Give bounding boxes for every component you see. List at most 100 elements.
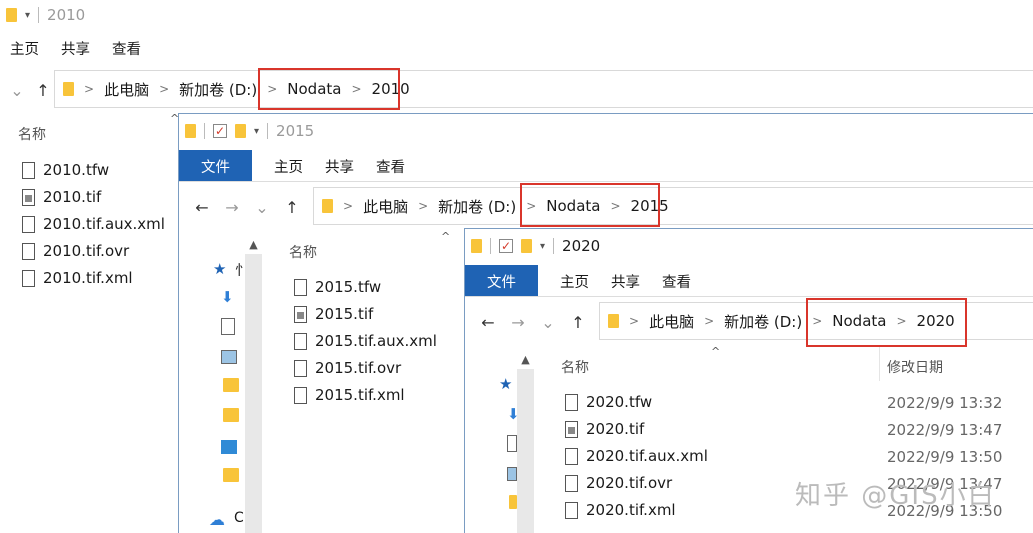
file-name: 2010.tif (43, 188, 102, 206)
file-name: 2010.tif.aux.xml (43, 215, 165, 233)
chevron-right-icon: > (343, 199, 354, 213)
column-header-name[interactable]: 名称 (289, 242, 317, 262)
list-item[interactable]: 2020.tif.ovr (565, 474, 672, 492)
quick-access-dropdown-icon[interactable]: ▾ (25, 10, 30, 21)
column-header-name[interactable]: 名称 (18, 124, 46, 144)
new-folder-icon[interactable] (521, 239, 532, 253)
file-name: 2015.tfw (315, 278, 382, 296)
picture-icon[interactable] (221, 350, 237, 364)
highlight-box (806, 298, 967, 347)
nav-scrollbar[interactable]: ▲ (517, 349, 534, 533)
tab-share[interactable]: 共享 (61, 38, 112, 59)
file-name: 2020.tif.ovr (586, 474, 673, 492)
breadcrumb-drive[interactable]: 新加卷 (D:) (179, 79, 257, 100)
breadcrumb-this-pc[interactable]: 此电脑 (363, 196, 408, 217)
tab-file[interactable]: 文件 (179, 150, 252, 182)
list-item[interactable]: 2010.tif.xml (22, 269, 133, 287)
folder-icon (6, 8, 17, 22)
breadcrumb-this-pc[interactable]: 此电脑 (104, 79, 149, 100)
list-item[interactable]: 2020.tif.xml (565, 501, 676, 519)
star-icon[interactable]: ★ (499, 375, 515, 393)
tab-view[interactable]: 查看 (376, 156, 427, 177)
folder-icon (608, 314, 619, 328)
onedrive-icon[interactable]: ☁ (209, 510, 225, 529)
file-name: 2010.tfw (43, 161, 110, 179)
forward-arrow-icon[interactable]: → (505, 313, 531, 332)
document-icon[interactable] (507, 435, 517, 452)
chevron-right-icon: > (159, 82, 170, 96)
properties-icon[interactable]: ✓ (499, 239, 513, 253)
properties-icon[interactable]: ✓ (213, 124, 227, 138)
list-item[interactable]: 2015.tfw (294, 278, 381, 296)
up-arrow-icon[interactable]: ↑ (565, 313, 591, 332)
up-arrow-icon[interactable]: ↑ (279, 198, 305, 217)
breadcrumb-drive[interactable]: 新加卷 (D:) (438, 196, 516, 217)
nav-scrollbar[interactable]: ▲ (245, 234, 262, 533)
file-name: 2020.tif.aux.xml (586, 447, 708, 465)
quick-access-dropdown-icon[interactable]: ▾ (254, 126, 259, 137)
list-item[interactable]: 2010.tif.ovr (22, 242, 129, 260)
picture-icon[interactable] (507, 467, 517, 481)
breadcrumb-drive[interactable]: 新加卷 (D:) (724, 311, 802, 332)
list-item[interactable]: 2015.tif (294, 305, 373, 323)
download-icon[interactable]: ⬇ (221, 288, 237, 306)
folder-icon[interactable] (509, 495, 517, 509)
list-item[interactable]: 2020.tif (565, 420, 644, 438)
recent-locations-icon[interactable]: ⌄ (535, 313, 561, 332)
recent-locations-icon[interactable]: ⌄ (249, 198, 275, 217)
document-icon[interactable] (221, 318, 235, 335)
list-item[interactable]: 2015.tif.aux.xml (294, 332, 437, 350)
file-date: 2022/9/9 13:32 (887, 394, 1003, 412)
file-name: 2015.tif.aux.xml (315, 332, 437, 350)
divider (38, 7, 40, 23)
back-arrow-icon[interactable]: ← (189, 198, 215, 217)
chevron-right-icon: > (84, 82, 95, 96)
list-item[interactable]: 2010.tif.aux.xml (22, 215, 165, 233)
quick-access-dropdown-icon[interactable]: ▾ (540, 241, 545, 252)
list-item[interactable]: 2010.tif (22, 188, 101, 206)
ribbon-tabs: 文件 主页 共享 查看 (465, 265, 1033, 297)
list-item[interactable]: 2020.tfw (565, 393, 652, 411)
address-bar[interactable]: > 此电脑 > 新加卷 (D:) > Nodata > 2015 (313, 187, 1033, 225)
tab-home[interactable]: 主页 (10, 38, 61, 59)
tab-home[interactable]: 主页 (274, 156, 325, 177)
desktop-icon[interactable] (221, 440, 237, 454)
tab-view[interactable]: 查看 (662, 271, 713, 292)
file-name: 2015.tif.xml (315, 386, 405, 404)
tab-home[interactable]: 主页 (560, 271, 611, 292)
list-item[interactable]: 2015.tif.xml (294, 386, 405, 404)
star-icon[interactable]: ★ (213, 260, 229, 278)
folder-icon[interactable] (223, 408, 239, 422)
column-header-date[interactable]: 修改日期 (887, 357, 943, 377)
divider (204, 123, 205, 139)
tif-icon (565, 420, 578, 438)
new-folder-icon[interactable] (235, 124, 246, 138)
tab-view[interactable]: 查看 (112, 38, 163, 59)
file-icon (22, 269, 35, 287)
address-bar[interactable]: > 此电脑 > 新加卷 (D:) > Nodata > 2010 (54, 70, 1033, 108)
sort-caret-icon: ^ (711, 345, 721, 358)
list-item[interactable]: 2020.tif.aux.xml (565, 447, 708, 465)
breadcrumb-this-pc[interactable]: 此电脑 (649, 311, 694, 332)
tab-file[interactable]: 文件 (465, 265, 538, 297)
folder-icon[interactable] (223, 468, 239, 482)
scroll-up-icon[interactable]: ▲ (245, 234, 262, 254)
tab-share[interactable]: 共享 (611, 271, 662, 292)
forward-arrow-icon[interactable]: → (219, 198, 245, 217)
nav-item-onedrive[interactable]: C (234, 510, 244, 526)
up-arrow-icon[interactable]: ↑ (30, 81, 56, 100)
chevron-right-icon: > (629, 314, 640, 328)
tab-share[interactable]: 共享 (325, 156, 376, 177)
recent-locations-icon[interactable]: ⌄ (4, 81, 30, 100)
chevron-right-icon: > (704, 314, 715, 328)
list-item[interactable]: 2010.tfw (22, 161, 109, 179)
column-header-name[interactable]: 名称 (561, 357, 589, 377)
nav-controls: ⌄ ↑ (4, 70, 56, 110)
back-arrow-icon[interactable]: ← (475, 313, 501, 332)
file-name: 2015.tif (315, 305, 374, 323)
scroll-up-icon[interactable]: ▲ (517, 349, 534, 369)
folder-icon[interactable] (223, 378, 239, 392)
list-item[interactable]: 2015.tif.ovr (294, 359, 401, 377)
divider (490, 238, 491, 254)
file-icon (294, 386, 307, 404)
